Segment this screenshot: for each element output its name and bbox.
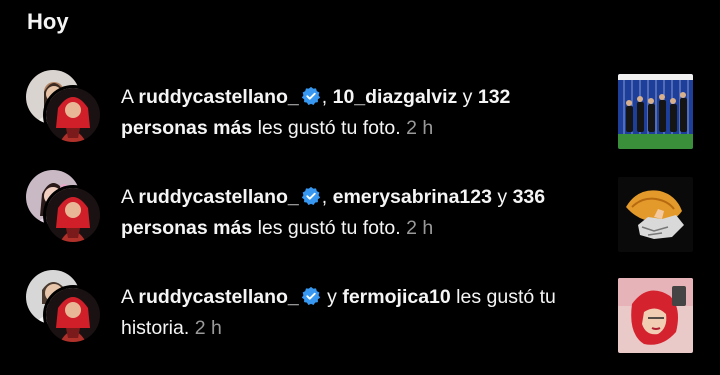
avatar-stack[interactable] bbox=[26, 70, 102, 146]
timestamp: 2 h bbox=[406, 117, 434, 139]
username-link[interactable]: ruddycastellano_ bbox=[138, 86, 298, 108]
notification-text[interactable]: A ruddycastellano_ y fermojica10 les gus… bbox=[121, 282, 591, 344]
username-link[interactable]: fermojica10 bbox=[342, 286, 450, 308]
username-link[interactable]: emerysabrina123 bbox=[333, 186, 492, 208]
separator-text: , bbox=[321, 86, 333, 108]
action-text: les gustó tu foto. bbox=[252, 117, 401, 139]
verified-badge-icon bbox=[301, 285, 321, 305]
conjunction-text: y bbox=[491, 186, 513, 208]
avatar[interactable] bbox=[46, 288, 100, 342]
avatar[interactable] bbox=[46, 188, 100, 242]
username-link[interactable]: ruddycastellano_ bbox=[138, 286, 298, 308]
prefix-text: A bbox=[121, 86, 139, 108]
notification-text[interactable]: A ruddycastellano_, emerysabrina123 y 33… bbox=[121, 182, 591, 244]
separator-text: , bbox=[321, 186, 333, 208]
username-link[interactable]: 10_diazgalviz bbox=[333, 86, 458, 108]
section-title-hoy: Hoy bbox=[27, 9, 69, 34]
timestamp: 2 h bbox=[194, 317, 222, 339]
username-link[interactable]: ruddycastellano_ bbox=[138, 186, 298, 208]
avatar-stack[interactable] bbox=[26, 270, 102, 346]
story-thumbnail[interactable] bbox=[618, 278, 693, 353]
timestamp: 2 h bbox=[406, 217, 434, 239]
notification-item[interactable]: A ruddycastellano_, 10_diazgalviz y 132 … bbox=[0, 70, 720, 165]
avatar-stack[interactable] bbox=[26, 170, 102, 246]
verified-badge-icon bbox=[301, 185, 321, 205]
post-thumbnail[interactable] bbox=[618, 177, 693, 252]
prefix-text: A bbox=[121, 186, 139, 208]
prefix-text: A bbox=[121, 286, 139, 308]
avatar[interactable] bbox=[46, 88, 100, 142]
notification-item[interactable]: A ruddycastellano_, emerysabrina123 y 33… bbox=[0, 170, 720, 265]
verified-badge-icon bbox=[301, 85, 321, 105]
notification-text[interactable]: A ruddycastellano_, 10_diazgalviz y 132 … bbox=[121, 82, 591, 144]
action-text: les gustó tu foto. bbox=[252, 217, 401, 239]
conjunction-text: y bbox=[457, 86, 478, 108]
conjunction-text: y bbox=[321, 286, 343, 308]
notification-item[interactable]: A ruddycastellano_ y fermojica10 les gus… bbox=[0, 270, 720, 365]
post-thumbnail[interactable] bbox=[618, 74, 693, 149]
